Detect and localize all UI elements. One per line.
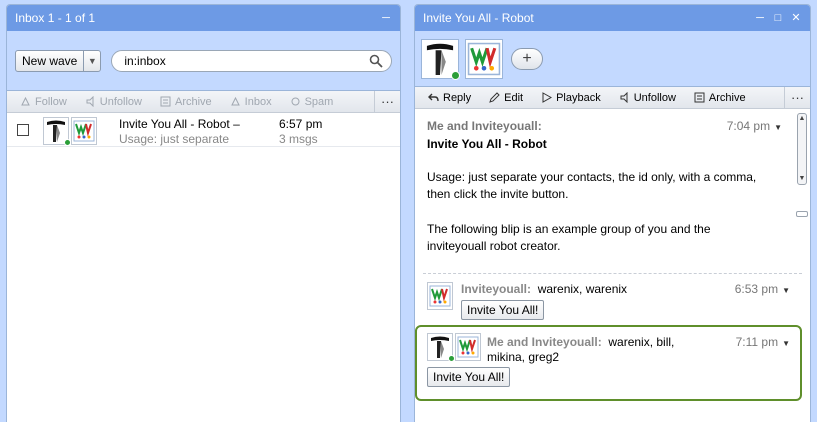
- unfollow-button[interactable]: Unfollow: [610, 87, 685, 109]
- robot-avatar: [427, 282, 453, 310]
- wave-panel-title: Invite You All - Robot: [423, 11, 534, 25]
- scroll-down-icon[interactable]: ▼: [798, 174, 806, 184]
- wave-title: Invite You All - Robot –: [119, 117, 240, 131]
- minimize-icon[interactable]: ─: [754, 12, 766, 24]
- inbox-button[interactable]: Inbox: [221, 91, 281, 113]
- online-status-icon: [64, 139, 71, 146]
- unfollow-icon: [86, 96, 94, 107]
- unfollow-button[interactable]: Unfollow: [76, 91, 151, 113]
- reply-icon: [428, 93, 439, 102]
- robot-avatar: [71, 117, 97, 145]
- inbox-search-bar: New wave ▼: [7, 31, 400, 91]
- blip-menu-icon[interactable]: ▼: [782, 286, 790, 295]
- blip-header: Me and Inviteyouall: 7:04 pm ▼: [427, 119, 782, 133]
- scroll-track[interactable]: ▲ ▼: [797, 113, 807, 185]
- online-status-icon: [451, 70, 460, 80]
- robot-logo-icon: [457, 336, 479, 358]
- active-reply-header: Me and Inviteyouall: warenix, bill, miki…: [487, 333, 736, 365]
- follow-button[interactable]: Follow: [11, 91, 76, 113]
- search-box[interactable]: [111, 49, 392, 72]
- wave-panel: Invite You All - Robot ─ □ ✕ + Reply Edi…: [414, 4, 811, 422]
- wave-list-item[interactable]: Invite You All - Robot – Usage: just sep…: [7, 113, 400, 147]
- reply-body: Inviteyouall: warenix, warenix 6:53 pm ▼ …: [461, 282, 790, 320]
- follow-icon: [21, 96, 30, 106]
- pencil-icon: [489, 92, 500, 103]
- blip-example-text: The following blip is an example group o…: [427, 222, 711, 253]
- wave-snippet-text: Usage: just separate: [119, 132, 230, 146]
- new-wave-label[interactable]: New wave: [16, 50, 85, 71]
- inbox-toolbar: Follow Unfollow Archive Inbox Spam ···: [7, 90, 400, 113]
- wave-time: 6:57 pm: [279, 117, 323, 131]
- inbox-title: Inbox 1 - 1 of 1: [15, 11, 96, 25]
- more-menu-button[interactable]: ···: [784, 86, 810, 109]
- inbox-panel: Inbox 1 - 1 of 1 ─ New wave ▼ Follow Unf…: [6, 4, 401, 422]
- invite-you-all-button[interactable]: Invite You All!: [427, 367, 511, 387]
- invite-you-all-button[interactable]: Invite You All!: [461, 300, 545, 320]
- user-avatar-icon: [431, 336, 449, 358]
- vertical-scrollbar[interactable]: ▲ ▼: [796, 113, 808, 217]
- active-reply-author: Me and Inviteyouall:: [487, 335, 602, 349]
- reply-header: Inviteyouall: warenix, warenix 6:53 pm ▼: [461, 282, 790, 296]
- wave-toolbar: Reply Edit Playback Unfollow Archive ···: [415, 86, 810, 109]
- scroll-thumb[interactable]: [796, 211, 808, 217]
- blip-title: Invite You All - Robot: [427, 137, 547, 151]
- reply-text: warenix, warenix: [537, 282, 628, 296]
- inbox-icon: [230, 96, 240, 106]
- online-status-icon: [448, 355, 455, 362]
- archive-button[interactable]: Archive: [151, 91, 221, 113]
- participant-avatar[interactable]: [421, 38, 460, 80]
- blip-time: 7:04 pm: [726, 119, 771, 133]
- blip-menu-icon[interactable]: ▼: [774, 123, 782, 132]
- active-reply-text: warenix, bill,: [608, 335, 675, 349]
- playback-button[interactable]: Playback: [532, 87, 610, 109]
- edit-button[interactable]: Edit: [480, 87, 532, 109]
- active-reply-time: 7:11 pm: [735, 335, 779, 349]
- root-blip[interactable]: Me and Inviteyouall: 7:04 pm ▼ Invite You…: [415, 109, 810, 265]
- robot-logo-icon: [429, 285, 451, 307]
- archive-icon: [694, 92, 705, 103]
- reply-button[interactable]: Reply: [419, 87, 480, 109]
- avatar: [427, 333, 455, 362]
- spam-icon: [291, 97, 300, 106]
- robot-avatar: [455, 333, 481, 361]
- spam-button[interactable]: Spam: [281, 91, 343, 113]
- minimize-icon[interactable]: ─: [380, 12, 392, 24]
- wave-content: Me and Inviteyouall: 7:04 pm ▼ Invite You…: [415, 109, 810, 419]
- participant-robot-avatar[interactable]: [465, 38, 503, 79]
- new-wave-button[interactable]: New wave ▼: [15, 49, 102, 72]
- user-avatar-icon: [47, 120, 65, 142]
- wave-message-count: 3 msgs: [279, 132, 318, 146]
- wave-meta: 6:57 pm 3 msgs: [279, 117, 322, 147]
- reply-time: 6:53 pm: [734, 282, 779, 296]
- add-participant-button[interactable]: +: [511, 47, 543, 70]
- reply-author: Inviteyouall:: [461, 282, 532, 296]
- robot-logo-icon: [467, 42, 501, 75]
- maximize-icon[interactable]: □: [772, 12, 784, 24]
- active-reply-text-continued: mikina, greg2: [487, 350, 560, 364]
- wave-snippet: Invite You All - Robot – Usage: just sep…: [119, 117, 279, 147]
- user-avatar-icon: [426, 43, 454, 75]
- wave-checkbox[interactable]: [17, 124, 29, 136]
- search-input[interactable]: [124, 53, 369, 68]
- blip-usage-text: Usage: just separate your contacts, the …: [427, 170, 757, 201]
- reply-blip[interactable]: Inviteyouall: warenix, warenix 6:53 pm ▼ …: [415, 274, 810, 320]
- inbox-titlebar: Inbox 1 - 1 of 1 ─: [7, 5, 400, 31]
- active-reply-blip[interactable]: Me and Inviteyouall: warenix, bill, miki…: [415, 325, 802, 401]
- avatar: [43, 117, 71, 146]
- search-icon[interactable]: [369, 54, 383, 68]
- archive-icon: [160, 96, 171, 107]
- scroll-up-icon[interactable]: ▲: [798, 114, 806, 124]
- participant-avatars: [43, 117, 97, 146]
- blip-menu-icon[interactable]: ▼: [782, 339, 790, 348]
- wave-titlebar: Invite You All - Robot ─ □ ✕: [415, 5, 810, 31]
- chevron-down-icon[interactable]: ▼: [84, 51, 100, 71]
- unfollow-icon: [620, 92, 628, 103]
- more-menu-button[interactable]: ···: [374, 90, 400, 113]
- participants-bar: +: [415, 31, 810, 87]
- blip-author: Me and Inviteyouall:: [427, 119, 542, 133]
- close-icon[interactable]: ✕: [790, 12, 802, 24]
- archive-button[interactable]: Archive: [685, 87, 755, 109]
- play-icon: [542, 92, 553, 103]
- robot-logo-icon: [73, 120, 95, 142]
